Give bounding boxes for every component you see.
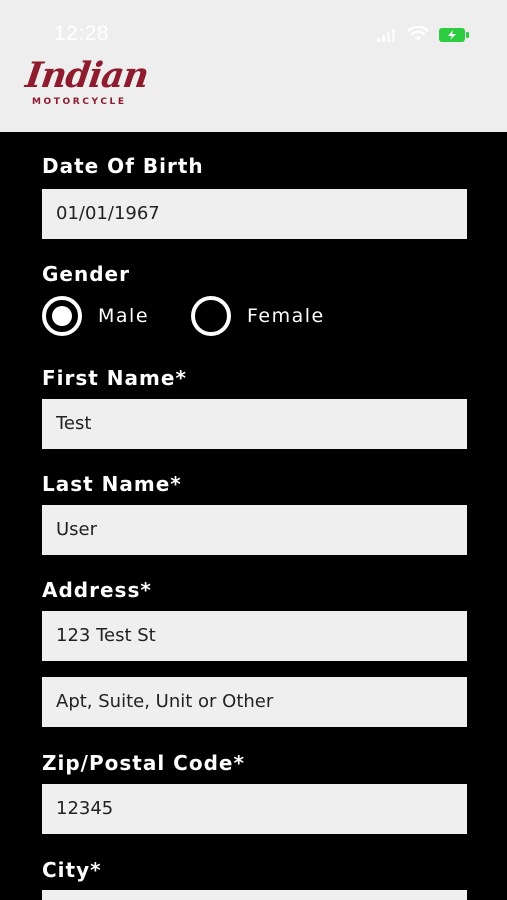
gender-label: Gender — [42, 262, 130, 286]
gender-female-label: Female — [247, 305, 325, 327]
radio-unselected-icon — [191, 296, 231, 336]
city-field[interactable] — [42, 890, 467, 900]
zip-label: Zip/Postal Code* — [42, 751, 245, 775]
registration-screen: 12:28 Indian MOTORCYCLE Date Of Birth 01… — [0, 0, 507, 900]
indian-motorcycle-logo: Indian MOTORCYCLE — [23, 55, 151, 107]
app-header: 12:28 Indian MOTORCYCLE — [0, 0, 507, 132]
first-name-field[interactable]: Test — [42, 399, 467, 449]
dob-field[interactable]: 01/01/1967 — [42, 189, 467, 239]
gender-female-radio[interactable]: Female — [191, 296, 325, 336]
address-line2-field[interactable]: Apt, Suite, Unit or Other — [42, 677, 467, 727]
city-label: City* — [42, 858, 102, 882]
logo-wordmark: Indian — [23, 55, 151, 96]
address-label: Address* — [42, 578, 152, 602]
address-line1-field[interactable]: 123 Test St — [42, 611, 467, 661]
zip-field[interactable]: 12345 — [42, 784, 467, 834]
last-name-label: Last Name* — [42, 472, 182, 496]
status-icons — [377, 25, 469, 46]
gender-male-radio[interactable]: Male — [42, 296, 149, 336]
radio-selected-icon — [42, 296, 82, 336]
last-name-field[interactable]: User — [42, 505, 467, 555]
gender-male-label: Male — [98, 305, 150, 327]
signal-icon — [377, 27, 397, 46]
logo-subtext: MOTORCYCLE — [32, 97, 127, 107]
wifi-icon — [407, 25, 429, 46]
battery-charging-icon — [439, 27, 469, 46]
dob-label: Date Of Birth — [42, 154, 204, 178]
first-name-label: First Name* — [42, 366, 187, 390]
status-time: 12:28 — [54, 22, 110, 45]
